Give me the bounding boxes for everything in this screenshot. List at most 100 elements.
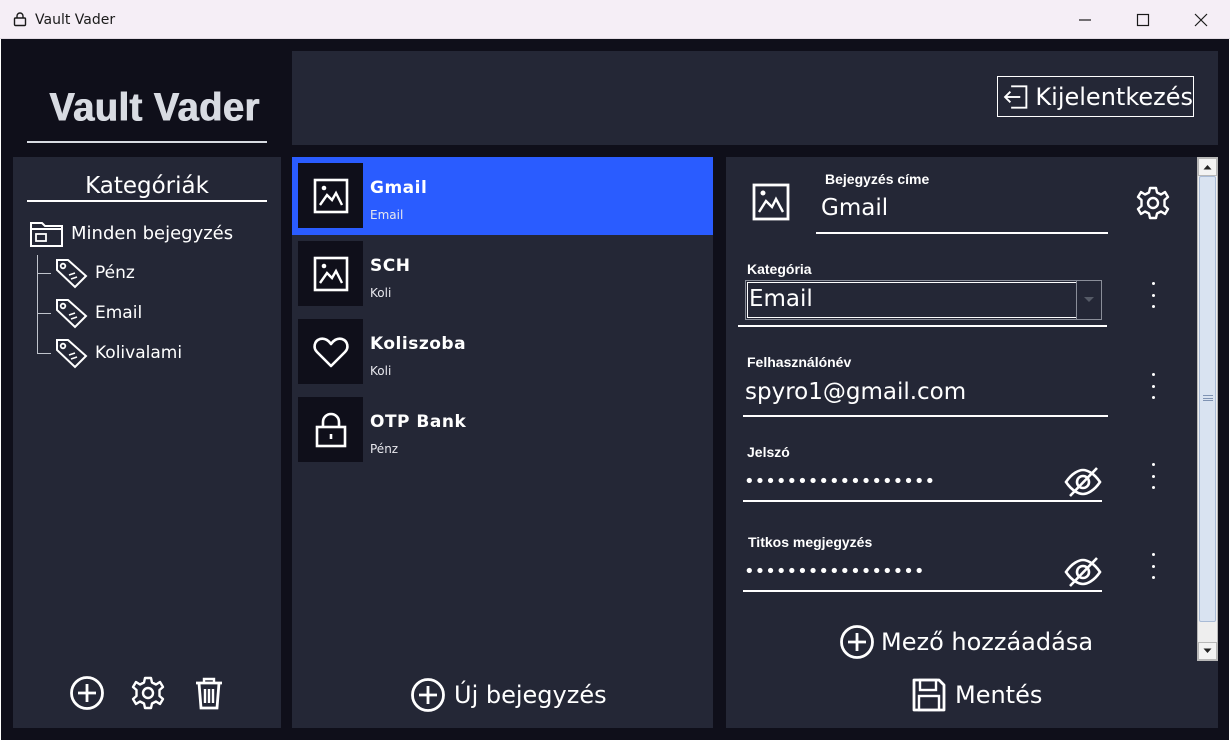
entry-item-gmail[interactable]: Gmail Email (292, 157, 713, 235)
title-label: Bejegyzés címe (825, 171, 930, 187)
entry-category: Koli (370, 286, 392, 300)
window-titlebar: Vault Vader (0, 0, 1230, 39)
folder-icon (30, 222, 63, 247)
close-icon (1194, 13, 1208, 26)
password-more-icon[interactable] (1150, 463, 1156, 489)
category-item-email[interactable]: Email (37, 297, 142, 329)
scroll-grip-icon (1203, 395, 1213, 401)
delete-category-icon[interactable] (191, 675, 227, 711)
save-label: Mentés (955, 681, 1043, 709)
entry-thumbnail (298, 319, 363, 384)
note-more-icon[interactable] (1150, 553, 1156, 579)
scroll-up-icon[interactable] (1198, 158, 1217, 176)
logout-label: Kijelentkezés (1035, 82, 1193, 111)
save-button[interactable]: Mentés (911, 677, 1042, 713)
image-icon (313, 256, 348, 291)
tag-icon (56, 259, 88, 289)
add-field-button[interactable]: Mező hozzáadása (839, 624, 1093, 660)
categories-underline (27, 200, 267, 202)
gear-icon[interactable] (1135, 185, 1171, 221)
password-underline (743, 500, 1102, 502)
minimize-icon (1079, 18, 1091, 21)
category-item-kolivalami[interactable]: Kolivalami (37, 337, 182, 369)
entry-category: Email (370, 208, 404, 222)
tree-branch (37, 272, 51, 274)
username-input[interactable]: spyro1@gmail.com (745, 379, 966, 405)
logo-area: Vault Vader (13, 51, 281, 157)
username-more-icon[interactable] (1150, 373, 1156, 399)
eye-off-icon[interactable] (1064, 465, 1102, 499)
entry-item-otp-bank[interactable]: OTP Bank Pénz (292, 391, 713, 469)
entry-category: Koli (370, 364, 392, 378)
save-icon (912, 678, 946, 712)
add-icon (411, 678, 445, 712)
category-all-entries-label: Minden bejegyzés (71, 222, 234, 244)
maximize-button[interactable] (1114, 0, 1172, 39)
tag-icon (56, 339, 88, 369)
eye-off-icon[interactable] (1064, 555, 1102, 589)
image-icon (313, 178, 348, 213)
app-logo: Vault Vader (49, 85, 260, 131)
note-input[interactable]: ••••••••••••••••• (744, 561, 925, 582)
category-item-label: Email (95, 303, 143, 323)
entry-category: Pénz (370, 442, 399, 456)
add-icon (840, 625, 874, 659)
category-item-label: Kolivalami (95, 343, 183, 363)
categories-title: Kategóriák (85, 173, 209, 199)
note-underline (743, 590, 1102, 592)
entry-name: Koliszoba (370, 334, 467, 354)
category-label: Kategória (747, 261, 812, 277)
entry-thumbnail (298, 163, 363, 228)
maximize-icon (1136, 13, 1150, 26)
chevron-down-icon[interactable] (1076, 281, 1101, 319)
category-underline (738, 325, 1107, 327)
entry-name: SCH (370, 256, 411, 276)
tag-icon (56, 299, 88, 329)
logo-underline (27, 141, 267, 143)
entry-item-sch[interactable]: SCH Koli (292, 235, 713, 313)
minimize-button[interactable] (1056, 0, 1114, 39)
category-select[interactable]: Email (745, 280, 1102, 320)
entry-details: Bejegyzés címe Gmail Kategória Email Fel… (726, 157, 1218, 728)
category-item-penz[interactable]: Pénz (37, 257, 135, 289)
app-window: Vault Vader Kijelentkezés Kategóriák Min… (1, 39, 1229, 740)
category-all-entries[interactable]: Minden bejegyzés (29, 217, 233, 249)
logout-icon (1003, 84, 1028, 109)
note-label: Titkos megjegyzés (748, 534, 873, 550)
entry-thumbnail (298, 397, 363, 462)
lock-icon (315, 412, 346, 447)
lock-icon (13, 12, 27, 27)
category-sidebar: Kategóriák Minden bejegyzés Pénz Email K… (13, 157, 281, 728)
entry-name: OTP Bank (370, 412, 467, 432)
entry-name: Gmail (370, 178, 428, 198)
header-bar: Kijelentkezés (292, 51, 1218, 145)
entry-item-koliszoba[interactable]: Koliszoba Koli (292, 313, 713, 391)
new-entry-button[interactable]: Új bejegyzés (410, 677, 607, 713)
category-select-value: Email (749, 286, 813, 312)
heart-icon (312, 336, 349, 367)
tree-branch (37, 312, 51, 314)
username-underline (743, 415, 1108, 417)
password-input[interactable]: •••••••••••••••••• (744, 471, 935, 492)
password-label: Jelszó (747, 444, 790, 460)
logout-button[interactable]: Kijelentkezés (997, 76, 1194, 117)
add-field-label: Mező hozzáadása (881, 628, 1094, 656)
category-settings-icon[interactable] (130, 675, 166, 711)
title-underline (816, 232, 1108, 234)
scroll-thumb[interactable] (1199, 176, 1216, 622)
window-title: Vault Vader (35, 12, 116, 28)
add-category-icon[interactable] (69, 675, 105, 711)
entry-list: Gmail Email SCH Koli Koliszoba Koli OTP … (292, 157, 713, 728)
new-entry-label: Új bejegyzés (454, 681, 607, 709)
close-button[interactable] (1172, 0, 1230, 39)
details-scrollbar[interactable] (1197, 157, 1218, 661)
scroll-down-icon[interactable] (1198, 642, 1217, 660)
category-actions (69, 675, 227, 711)
tree-branch (37, 352, 51, 354)
username-label: Felhasználónév (747, 354, 852, 370)
image-icon[interactable] (750, 181, 792, 223)
entry-thumbnail (298, 241, 363, 306)
title-input[interactable]: Gmail (821, 195, 888, 221)
category-more-icon[interactable] (1150, 282, 1156, 308)
category-item-label: Pénz (95, 263, 135, 283)
